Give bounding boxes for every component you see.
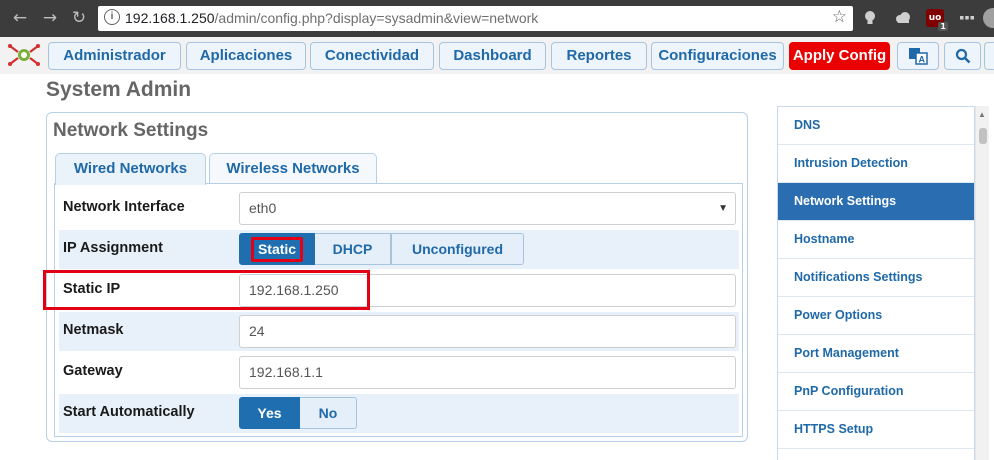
address-bar[interactable]: i 192.168.1.250/admin/config.php?display…: [98, 6, 853, 31]
netmask-input[interactable]: 24: [239, 315, 736, 348]
reload-icon[interactable]: ↻: [69, 8, 89, 28]
site-info-icon[interactable]: i: [104, 9, 120, 25]
url-path: /admin/config.php?display=sysadmin&view=…: [214, 10, 539, 26]
chevron-down-icon: ▼: [718, 203, 728, 214]
search-icon[interactable]: [944, 42, 981, 70]
nav-dashboard[interactable]: Dashboard: [439, 42, 546, 70]
network-interface-row: Network Interface eth0 ▼: [59, 189, 739, 228]
gateway-label: Gateway: [63, 363, 123, 379]
back-icon[interactable]: ←: [10, 8, 30, 28]
sidebar-item-power-options[interactable]: Power Options: [778, 297, 974, 335]
start-auto-yes-button[interactable]: Yes: [239, 397, 300, 429]
sidebar-item-intrusion-detection[interactable]: Intrusion Detection: [778, 145, 974, 183]
nav-conectividad[interactable]: Conectividad: [310, 42, 434, 70]
sidebar-item-pnp-configuration[interactable]: PnP Configuration: [778, 373, 974, 411]
scroll-up-icon[interactable]: ▲: [978, 110, 986, 119]
network-interface-label: Network Interface: [63, 199, 185, 215]
tab-wireless-networks[interactable]: Wireless Networks: [209, 153, 377, 184]
gateway-input[interactable]: 192.168.1.1: [239, 356, 736, 389]
page-title: System Admin: [46, 78, 192, 101]
netmask-row: Netmask 24: [59, 312, 739, 351]
start-automatically-toggle: Yes No: [239, 397, 357, 429]
sysadmin-sidebar: DNS Intrusion Detection Network Settings…: [777, 106, 975, 460]
nav-administrador[interactable]: Administrador: [48, 42, 181, 70]
network-interface-value: eth0: [249, 200, 277, 216]
profile-avatar[interactable]: [983, 8, 994, 28]
ip-assignment-dhcp-button[interactable]: DHCP: [315, 233, 391, 265]
netmask-label: Netmask: [63, 322, 124, 338]
scroll-thumb[interactable]: [979, 128, 987, 144]
apply-config-button[interactable]: Apply Config: [789, 42, 890, 70]
browser-toolbar: ← → ↻ i 192.168.1.250/admin/config.php?d…: [0, 0, 994, 37]
start-automatically-label: Start Automatically: [63, 404, 195, 420]
svg-text:A: A: [919, 55, 926, 65]
nav-configuraciones[interactable]: Configuraciones: [651, 42, 784, 70]
sidebar-item-notifications-settings[interactable]: Notifications Settings: [778, 259, 974, 297]
extensions-menu-icon[interactable]: [958, 9, 976, 27]
sidebar-item-dns[interactable]: DNS: [778, 107, 974, 145]
sidebar-item-port-management[interactable]: Port Management: [778, 335, 974, 373]
sidebar-item-network-settings[interactable]: Network Settings: [778, 183, 974, 221]
forward-icon[interactable]: →: [40, 8, 60, 28]
sidebar-item-https-setup[interactable]: HTTPS Setup: [778, 411, 974, 449]
ip-assignment-unconfigured-button[interactable]: Unconfigured: [391, 233, 524, 265]
app-navbar: Administrador Aplicaciones Conectividad …: [0, 37, 994, 74]
ublock-badge: 1: [938, 22, 948, 31]
extension-bulb-icon[interactable]: [861, 9, 879, 27]
ip-assignment-toggle: Static DHCP Unconfigured: [239, 233, 524, 265]
nav-aplicaciones[interactable]: Aplicaciones: [186, 42, 306, 70]
start-automatically-row: Start Automatically Yes No: [59, 394, 739, 433]
extension-cloud-icon[interactable]: [894, 9, 912, 27]
language-icon[interactable]: A: [897, 42, 939, 70]
ip-assignment-static-button[interactable]: Static: [239, 233, 315, 265]
ip-assignment-row: IP Assignment Static DHCP Unconfigured: [59, 230, 739, 269]
sidebar-scrollbar[interactable]: ▲: [975, 106, 989, 460]
url-host: 192.168.1.250: [125, 10, 215, 26]
nav-reportes[interactable]: Reportes: [551, 42, 647, 70]
ip-assignment-label: IP Assignment: [63, 240, 163, 256]
start-auto-no-button[interactable]: No: [300, 397, 357, 429]
freepbx-logo-icon[interactable]: [6, 42, 42, 68]
bookmark-star-icon[interactable]: ☆: [832, 7, 847, 27]
static-highlight-box: [251, 237, 303, 262]
tab-wired-networks[interactable]: Wired Networks: [55, 153, 206, 185]
user-menu-icon[interactable]: [984, 42, 994, 70]
gateway-row: Gateway 192.168.1.1: [59, 353, 739, 392]
network-interface-select[interactable]: eth0 ▼: [239, 192, 736, 225]
panel-title: Network Settings: [53, 120, 209, 141]
extension-ublock-icon[interactable]: uo 1: [926, 9, 948, 31]
sidebar-item-hostname[interactable]: Hostname: [778, 221, 974, 259]
wired-networks-form: Network Interface eth0 ▼ IP Assignment S…: [54, 183, 743, 437]
static-ip-highlight-box: [43, 270, 370, 310]
url-text[interactable]: 192.168.1.250/admin/config.php?display=s…: [125, 10, 538, 26]
